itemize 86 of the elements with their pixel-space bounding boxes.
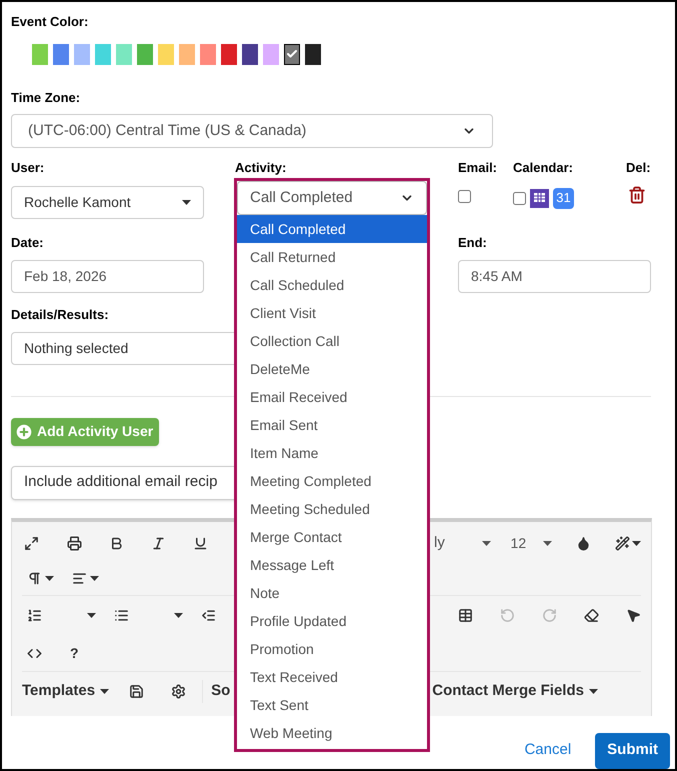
calendar-icon[interactable]: [530, 188, 549, 208]
settings-icon[interactable]: [171, 684, 186, 699]
submit-button[interactable]: Submit: [595, 732, 670, 768]
templates-menu[interactable]: Templates: [22, 680, 110, 703]
save-icon[interactable]: [129, 684, 144, 699]
table-icon[interactable]: [458, 608, 473, 623]
activity-option[interactable]: Call Scheduled: [237, 271, 427, 299]
activity-option[interactable]: Note: [237, 579, 427, 607]
bold-icon[interactable]: [109, 536, 124, 551]
delete-icon[interactable]: [628, 186, 646, 204]
end-time-field[interactable]: 8:45 AM: [458, 260, 651, 293]
pointer-icon[interactable]: [626, 608, 641, 623]
activity-option[interactable]: Item Name: [237, 439, 427, 467]
activity-option[interactable]: Text Sent: [237, 691, 427, 719]
activity-option[interactable]: Client Visit: [237, 299, 427, 327]
color-swatch[interactable]: [158, 44, 174, 64]
field-label: Email:: [458, 159, 498, 177]
expand-icon[interactable]: [24, 536, 39, 551]
check-icon: [286, 48, 298, 60]
magic-wand-icon[interactable]: [615, 536, 630, 551]
help-button[interactable]: ?: [70, 642, 79, 664]
activity-option[interactable]: Promotion: [237, 635, 427, 663]
field-label: Time Zone:: [11, 88, 80, 106]
caret-icon: [182, 200, 191, 204]
bullet-list-icon[interactable]: [114, 608, 129, 623]
field-label: Calendar:: [513, 159, 573, 177]
contact-merge-fields-menu[interactable]: Contact Merge Fields: [432, 680, 598, 703]
activity-option[interactable]: Email Received: [237, 383, 427, 411]
color-swatch[interactable]: [263, 44, 279, 64]
toolbar-menu[interactable]: So: [202, 680, 230, 703]
time-zone-select[interactable]: (UTC-06:00) Central Time (US & Canada): [11, 114, 493, 148]
date-field[interactable]: Feb 18, 2026: [11, 260, 204, 293]
color-swatch[interactable]: [242, 44, 258, 64]
color-swatch[interactable]: [95, 44, 111, 64]
field-label: Details/Results:: [11, 306, 109, 324]
user-select[interactable]: Rochelle Kamont: [11, 186, 204, 218]
activity-option[interactable]: Message Left: [237, 551, 427, 579]
field-label: Del:: [626, 159, 651, 177]
field-label: Activity:: [235, 159, 286, 177]
google-calendar-icon[interactable]: 31: [553, 188, 574, 208]
font-size-select[interactable]: 12: [510, 533, 552, 554]
color-swatch[interactable]: [221, 44, 237, 64]
color-swatch[interactable]: [284, 44, 300, 64]
eraser-icon[interactable]: [584, 608, 599, 623]
caret-icon: [45, 576, 54, 580]
color-swatch[interactable]: [32, 44, 48, 64]
underline-icon[interactable]: [193, 536, 208, 551]
color-swatch[interactable]: [137, 44, 153, 64]
caret-icon: [87, 613, 96, 618]
color-swatch[interactable]: [53, 44, 69, 64]
color-swatch[interactable]: [200, 44, 216, 64]
activity-select[interactable]: Call Completed: [237, 181, 427, 215]
align-icon[interactable]: [72, 570, 87, 586]
paragraph-icon[interactable]: [27, 570, 42, 586]
italic-icon[interactable]: [151, 536, 166, 551]
color-swatch[interactable]: [74, 44, 90, 64]
activity-option[interactable]: Call Returned: [237, 243, 427, 271]
caret-icon: [174, 613, 183, 618]
font-family-select[interactable]: ly: [434, 532, 491, 555]
caret-icon: [632, 541, 641, 546]
activity-option[interactable]: Merge Contact: [237, 523, 427, 551]
outdent-icon[interactable]: [201, 608, 216, 623]
color-swatch[interactable]: [179, 44, 195, 64]
email-checkbox[interactable]: [458, 190, 471, 202]
activity-option[interactable]: Call Completed: [237, 215, 427, 243]
caret-icon: [100, 689, 110, 694]
caret-icon: [90, 576, 99, 580]
caret-icon: [588, 689, 598, 694]
ordered-list-icon[interactable]: [27, 608, 42, 623]
caret-icon: [482, 541, 491, 546]
cancel-link[interactable]: Cancel: [524, 739, 572, 762]
activity-option[interactable]: Email Sent: [237, 411, 427, 439]
field-label: User:: [11, 159, 44, 177]
activity-option[interactable]: Web Meeting: [237, 719, 427, 747]
field-label: Event Color:: [11, 13, 88, 31]
field-label: Date:: [11, 234, 44, 252]
droplet-icon[interactable]: [576, 536, 591, 551]
activity-option[interactable]: Profile Updated: [237, 607, 427, 635]
calendar-checkbox[interactable]: [513, 192, 526, 204]
field-label: End:: [458, 234, 487, 252]
color-swatch[interactable]: [305, 44, 321, 64]
plus-icon: [14, 422, 34, 442]
color-swatch[interactable]: [116, 44, 132, 64]
activity-option[interactable]: Text Received: [237, 663, 427, 691]
caret-icon: [543, 541, 552, 546]
print-icon[interactable]: [67, 536, 82, 551]
